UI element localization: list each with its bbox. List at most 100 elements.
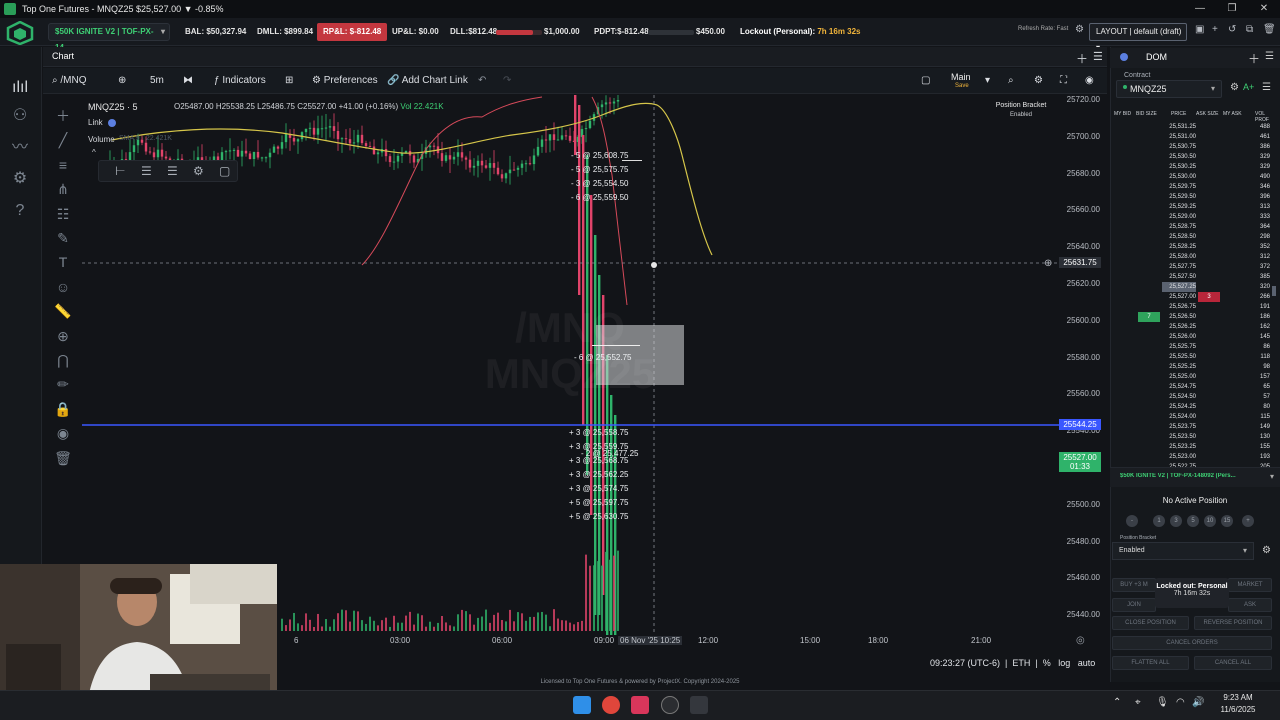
session-toggle[interactable]: ETH — [1012, 658, 1030, 668]
bracket-settings-icon[interactable]: ⚙ — [1262, 545, 1271, 556]
undo-layout-icon[interactable]: ↺ — [1228, 24, 1236, 35]
dom-row[interactable]: 25,524.50 57 — [1110, 392, 1280, 402]
layout-save-label[interactable]: Save — [955, 83, 969, 89]
windows-start-icon[interactable] — [573, 696, 591, 714]
quantity-button[interactable]: 1 — [1153, 515, 1165, 527]
quantity-button[interactable]: 3 — [1170, 515, 1182, 527]
line-style-icon[interactable]: ☰ — [141, 164, 152, 178]
chart-candles-icon[interactable]: ılıl — [9, 77, 31, 99]
save-layout-icon[interactable]: ▣ — [1195, 24, 1204, 35]
chart-type-icon[interactable]: ⧓ — [183, 75, 193, 86]
add-chart-link-button[interactable]: 🔗 Add Chart Link — [387, 75, 468, 86]
dom-row[interactable]: 25,523.00 193 — [1110, 452, 1280, 462]
account-select[interactable]: $50K IGNITE V2 | TOF-PX-14...▾ — [48, 23, 170, 52]
dom-row[interactable]: 25,528.00 312 — [1110, 252, 1280, 262]
market-button[interactable]: MARKET — [1228, 578, 1272, 592]
dom-row[interactable]: 25,526.00 145 — [1110, 332, 1280, 342]
buy-order-label[interactable]: + 5 @ 25,630.75 — [569, 512, 629, 521]
flatten-all-button[interactable]: FLATTEN ALL — [1112, 656, 1189, 670]
dom-row[interactable]: 25,525.00 157 — [1110, 372, 1280, 382]
dom-row[interactable]: 25,527.50 385 — [1110, 272, 1280, 282]
buy-button[interactable]: BUY +3 M — [1112, 578, 1156, 592]
dom-row[interactable]: 25,524.25 80 — [1110, 402, 1280, 412]
dom-row[interactable]: 25,526.25 162 — [1110, 322, 1280, 332]
dom-row[interactable]: 25,531.25 488 — [1110, 122, 1280, 132]
select-box-icon[interactable]: ▢ — [219, 164, 230, 178]
microphone-icon[interactable]: 🎙 — [1156, 697, 1169, 708]
users-icon[interactable]: ⚇ — [9, 105, 31, 127]
fullscreen-icon[interactable]: ⛶ — [1060, 75, 1067, 86]
chart-settings-icon[interactable]: ⚙ — [1034, 75, 1043, 86]
dom-row[interactable]: 25,527.25 320 — [1110, 282, 1280, 292]
music-app-icon[interactable] — [631, 696, 649, 714]
quantity-button[interactable]: - — [1126, 515, 1138, 527]
horizontal-lines-icon[interactable]: ≡ — [54, 153, 72, 177]
dom-row[interactable]: 25,530.25 329 — [1110, 162, 1280, 172]
dom-row[interactable]: 25,524.00 115 — [1110, 412, 1280, 422]
crosshair-icon[interactable]: ＋ — [54, 104, 72, 128]
quantity-button[interactable]: 5 — [1187, 515, 1199, 527]
dom-row[interactable]: 25,527.00 266 3 — [1110, 292, 1280, 302]
dom-row[interactable]: 25,530.50 329 — [1110, 152, 1280, 162]
mid-order-label[interactable]: - 6 @ 25,552.75 — [574, 353, 632, 362]
panel-menu-icon[interactable]: ☰ — [1093, 50, 1103, 63]
dom-row[interactable]: 25,526.75 191 — [1110, 302, 1280, 312]
templates-icon[interactable]: ⊞ — [285, 75, 293, 86]
ruler-icon[interactable]: 📏 — [54, 299, 72, 323]
trend-line-icon[interactable]: ╱ — [54, 128, 72, 152]
system-tray-chevron-icon[interactable]: ⌃ — [1113, 697, 1121, 708]
dom-scrollbar[interactable] — [1272, 286, 1276, 296]
panel-menu-icon[interactable]: ☰ — [1265, 51, 1274, 62]
interval-select[interactable]: 5m — [150, 75, 164, 86]
dom-row[interactable]: 25,529.50 396 — [1110, 192, 1280, 202]
add-panel-icon[interactable]: ＋ — [1248, 50, 1260, 67]
dom-menu-icon[interactable]: ☰ — [1262, 82, 1271, 93]
buy-order-label[interactable]: + 3 @ 25,568.75 — [569, 456, 629, 465]
symbol-search[interactable]: ⌕ /MNQ — [52, 75, 87, 86]
join-button[interactable]: JOIN — [1112, 598, 1156, 612]
buy-order-label[interactable]: + 3 @ 25,562.25 — [569, 470, 629, 479]
dom-row[interactable]: 25,525.75 86 — [1110, 342, 1280, 352]
price-axis[interactable]: 25720.00 25700.00 25680.00 25660.00 25640.00… — [1062, 94, 1106, 634]
dom-row[interactable]: 25,525.50 118 — [1110, 352, 1280, 362]
center-dom-icon[interactable]: A+ — [1243, 82, 1254, 92]
dom-row[interactable]: 25,528.75 364 — [1110, 222, 1280, 232]
trash-icon[interactable]: 🗑 — [54, 446, 72, 470]
undo-icon[interactable]: ↶ — [478, 75, 486, 86]
chrome-icon[interactable] — [602, 696, 620, 714]
minimize-button[interactable]: — — [1184, 0, 1216, 18]
add-alert-icon[interactable]: ⊕ — [1044, 258, 1052, 269]
contract-select[interactable]: MNQZ25 ▾ — [1116, 80, 1222, 98]
zoom-icon[interactable]: ⌕ — [1008, 75, 1014, 86]
line-width-icon[interactable]: ☰ — [167, 164, 178, 178]
text-icon[interactable]: T — [54, 250, 72, 274]
wifi-icon[interactable]: ◠ — [1176, 697, 1185, 708]
eye-icon[interactable]: ◉ — [54, 421, 72, 445]
emoji-icon[interactable]: ☺ — [54, 275, 72, 299]
zoom-in-icon[interactable]: ⊕ — [54, 324, 72, 348]
dom-row[interactable]: 25,524.75 65 — [1110, 382, 1280, 392]
sell-order-label[interactable]: - 5 @ 25,575.75 — [571, 165, 629, 174]
ask-button[interactable]: ASK — [1228, 598, 1272, 612]
dom-row[interactable]: 25,523.75 149 — [1110, 422, 1280, 432]
obs-icon[interactable] — [661, 696, 679, 714]
help-icon[interactable]: ? — [9, 200, 31, 222]
dom-row[interactable]: 25,529.25 313 — [1110, 202, 1280, 212]
close-position-button[interactable]: CLOSE POSITION — [1112, 616, 1189, 630]
dom-row[interactable]: 25,523.25 155 — [1110, 442, 1280, 452]
volume-icon[interactable]: 🔊 — [1192, 697, 1204, 708]
compare-add-icon[interactable]: ⊕ — [118, 75, 126, 86]
reset-axis-icon[interactable]: ◎ — [1076, 635, 1085, 646]
maximize-button[interactable]: ❐ — [1216, 0, 1248, 18]
add-panel-icon[interactable]: ＋ — [1076, 50, 1088, 67]
lock-icon[interactable]: 🔒 — [54, 397, 72, 421]
reverse-position-button[interactable]: REVERSE POSITION — [1194, 616, 1272, 630]
camera-icon[interactable]: ◉ — [1085, 75, 1094, 86]
tab-dom[interactable]: DOM — [1146, 52, 1167, 62]
layout-main-label[interactable]: Main — [951, 72, 971, 82]
dom-row[interactable]: 25,529.00 333 — [1110, 212, 1280, 222]
copy-layout-icon[interactable]: ⧉ — [1246, 24, 1253, 35]
dom-row[interactable]: 25,525.25 98 — [1110, 362, 1280, 372]
dom-row[interactable]: 25,523.50 130 — [1110, 432, 1280, 442]
brush-icon[interactable]: ✎ — [54, 226, 72, 250]
